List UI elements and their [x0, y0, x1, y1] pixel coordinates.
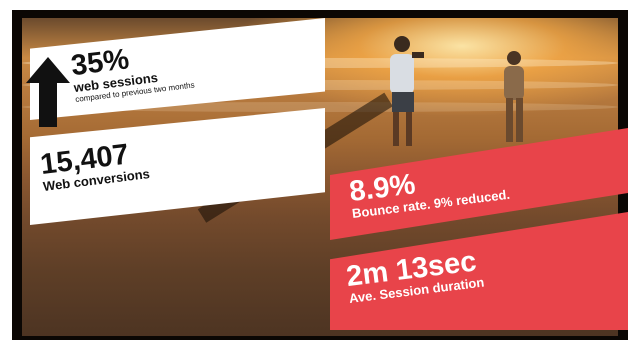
- person-silhouette: [390, 36, 424, 146]
- person-silhouette: [504, 51, 524, 142]
- up-arrow-icon: [26, 57, 70, 127]
